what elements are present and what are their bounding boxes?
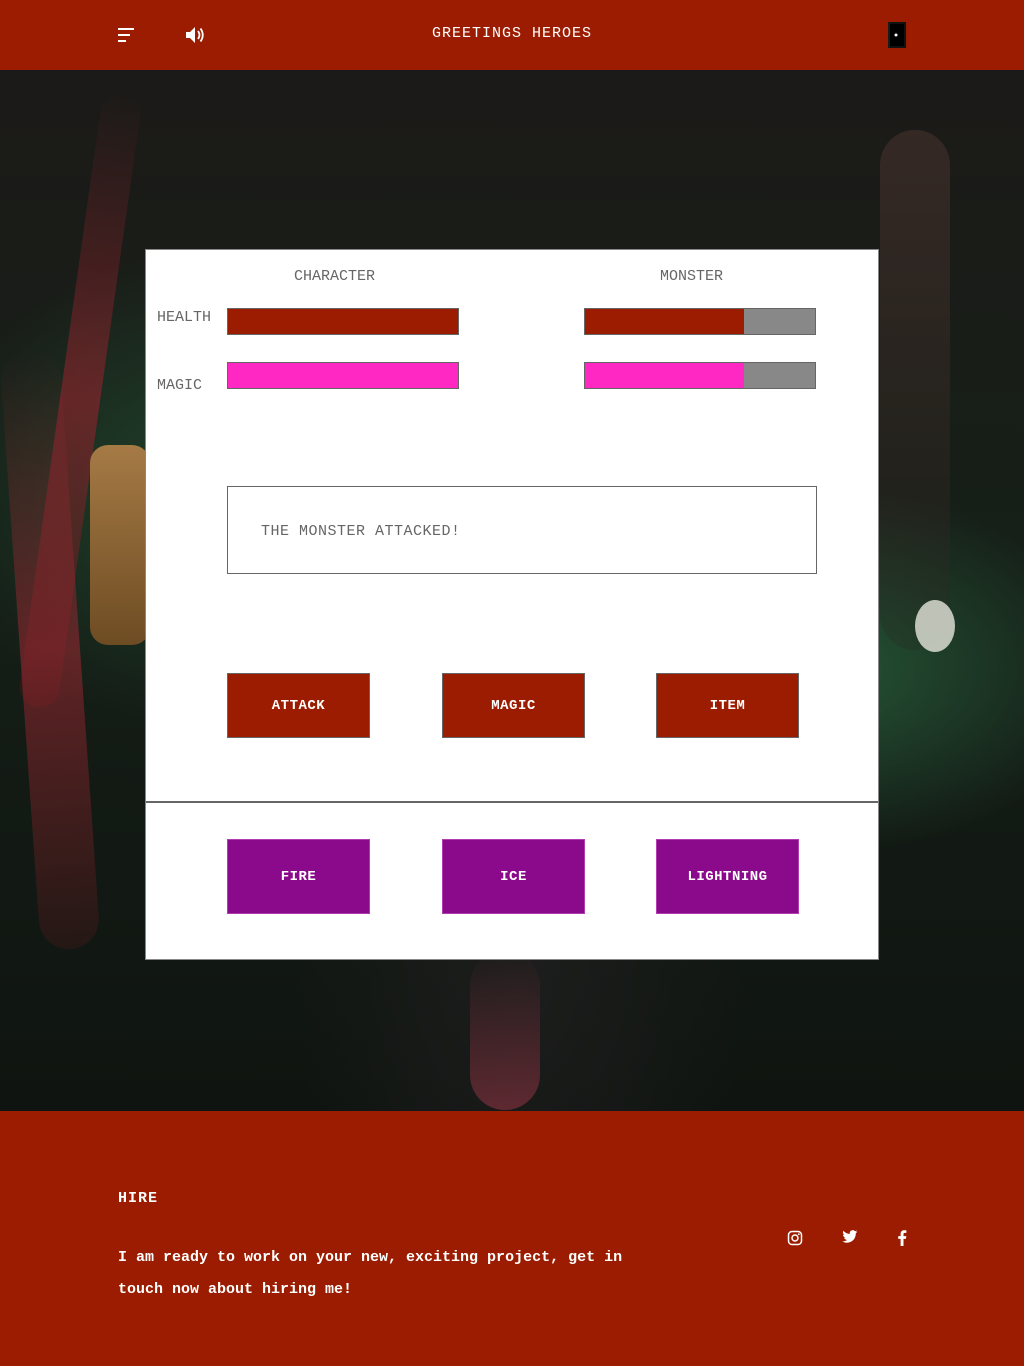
footer-heading: HIRE bbox=[118, 1190, 159, 1207]
battle-message-box: THE MONSTER ATTACKED! bbox=[227, 486, 817, 574]
character-health-bar bbox=[227, 308, 459, 335]
character-magic-bar bbox=[227, 362, 459, 389]
twitter-icon[interactable] bbox=[842, 1230, 858, 1249]
ice-spell-button[interactable]: ICE bbox=[442, 839, 585, 914]
monster-magic-fill bbox=[585, 363, 744, 388]
page-title: GREETINGS HEROES bbox=[431, 25, 593, 42]
monster-health-fill bbox=[585, 309, 744, 334]
facebook-icon[interactable] bbox=[897, 1230, 907, 1251]
panel-divider bbox=[146, 801, 878, 803]
item-button[interactable]: ITEM bbox=[656, 673, 799, 738]
magic-label: MAGIC bbox=[157, 377, 203, 394]
footer: HIRE I am ready to work on your new, exc… bbox=[0, 1111, 1024, 1366]
health-label: HEALTH bbox=[157, 309, 212, 326]
footer-text: I am ready to work on your new, exciting… bbox=[118, 1249, 623, 1298]
monster-health-bar bbox=[584, 308, 816, 335]
battle-panel: CHARACTER MONSTER HEALTH MAGIC THE MONST… bbox=[145, 249, 879, 960]
background-debris bbox=[915, 600, 955, 652]
fire-spell-button[interactable]: FIRE bbox=[227, 839, 370, 914]
monster-column-title: MONSTER bbox=[660, 268, 724, 285]
top-bar: GREETINGS HEROES bbox=[0, 0, 1024, 70]
character-health-fill bbox=[228, 309, 458, 334]
instagram-icon[interactable] bbox=[787, 1230, 803, 1251]
background-streak bbox=[470, 950, 540, 1110]
character-column-title: CHARACTER bbox=[294, 268, 376, 285]
background-streak bbox=[880, 130, 950, 650]
door-exit-icon[interactable] bbox=[886, 21, 908, 54]
magic-button[interactable]: MAGIC bbox=[442, 673, 585, 738]
lightning-spell-button[interactable]: LIGHTNING bbox=[656, 839, 799, 914]
attack-button[interactable]: ATTACK bbox=[227, 673, 370, 738]
monster-magic-bar bbox=[584, 362, 816, 389]
battle-message: THE MONSTER ATTACKED! bbox=[261, 523, 461, 540]
character-magic-fill bbox=[228, 363, 458, 388]
background-figure bbox=[90, 445, 150, 645]
